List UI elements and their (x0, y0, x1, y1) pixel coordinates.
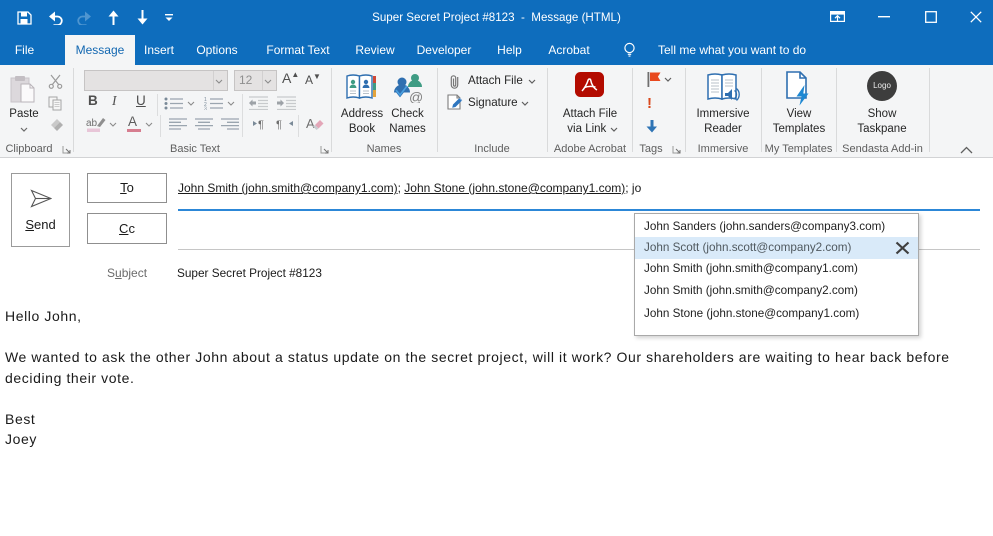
svg-text:@: @ (409, 89, 423, 103)
svg-text:A: A (306, 116, 315, 131)
svg-text:¶: ¶ (276, 119, 282, 130)
svg-text:3: 3 (204, 107, 207, 111)
svg-text:ab: ab (86, 118, 98, 129)
svg-text:¶: ¶ (258, 119, 264, 130)
